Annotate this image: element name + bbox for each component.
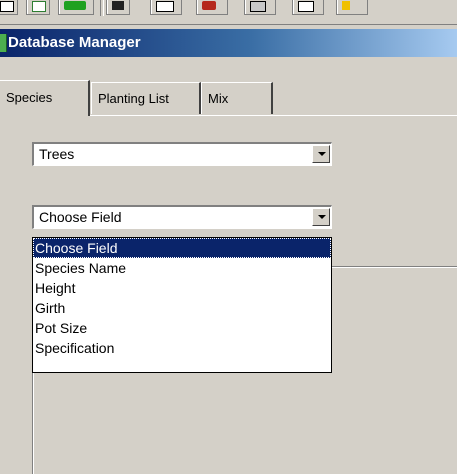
star-icon: [342, 1, 350, 10]
field-combobox[interactable]: Choose Field: [32, 205, 332, 229]
field-dropdown-list[interactable]: Choose Field Species Name Height Girth P…: [32, 237, 332, 373]
tab-species[interactable]: Species: [0, 80, 90, 116]
disk-icon: [112, 1, 124, 10]
tab-planting-list[interactable]: Planting List: [91, 82, 201, 114]
toolbar-button-save[interactable]: [106, 0, 130, 15]
toolbar-button-edit[interactable]: [292, 0, 324, 15]
toolbar-button-table[interactable]: [150, 0, 182, 15]
field-dropdown-button[interactable]: [312, 208, 330, 226]
document-icon: [0, 1, 14, 12]
field-option-species-name[interactable]: Species Name: [33, 258, 331, 278]
green-doc-icon: [32, 1, 46, 12]
toolbar-button-print[interactable]: [244, 0, 276, 15]
toolbar-button-new[interactable]: [0, 0, 18, 15]
field-option-choose-field[interactable]: Choose Field: [33, 238, 331, 258]
category-combobox[interactable]: Trees: [32, 142, 332, 166]
red-tool-icon: [202, 1, 216, 10]
toolbar-button-tools[interactable]: [196, 0, 228, 15]
tab-strip: Species Planting List Mix: [0, 80, 457, 116]
toolbar: [0, 0, 457, 25]
green-add-icon: [64, 1, 86, 10]
field-value: Choose Field: [39, 209, 122, 225]
chevron-down-icon: [318, 152, 326, 156]
chevron-down-icon: [318, 215, 326, 219]
window-title: Database Manager: [8, 34, 141, 51]
field-option-pot-size[interactable]: Pot Size: [33, 318, 331, 338]
category-dropdown-button[interactable]: [312, 145, 330, 163]
title-bar[interactable]: Database Manager: [0, 29, 457, 57]
category-value: Trees: [39, 146, 75, 162]
toolbar-button-open[interactable]: [26, 0, 50, 15]
toolbar-button-star[interactable]: [336, 0, 368, 15]
table-icon: [156, 1, 174, 12]
field-option-girth[interactable]: Girth: [33, 298, 331, 318]
toolbar-button-add[interactable]: [58, 0, 94, 15]
field-option-specification[interactable]: Specification: [33, 338, 331, 358]
edit-icon: [298, 1, 314, 12]
toolbar-separator: [100, 0, 104, 16]
field-option-height[interactable]: Height: [33, 278, 331, 298]
tab-mix[interactable]: Mix: [201, 82, 273, 114]
printer-icon: [250, 1, 266, 12]
app-icon: [0, 34, 7, 52]
